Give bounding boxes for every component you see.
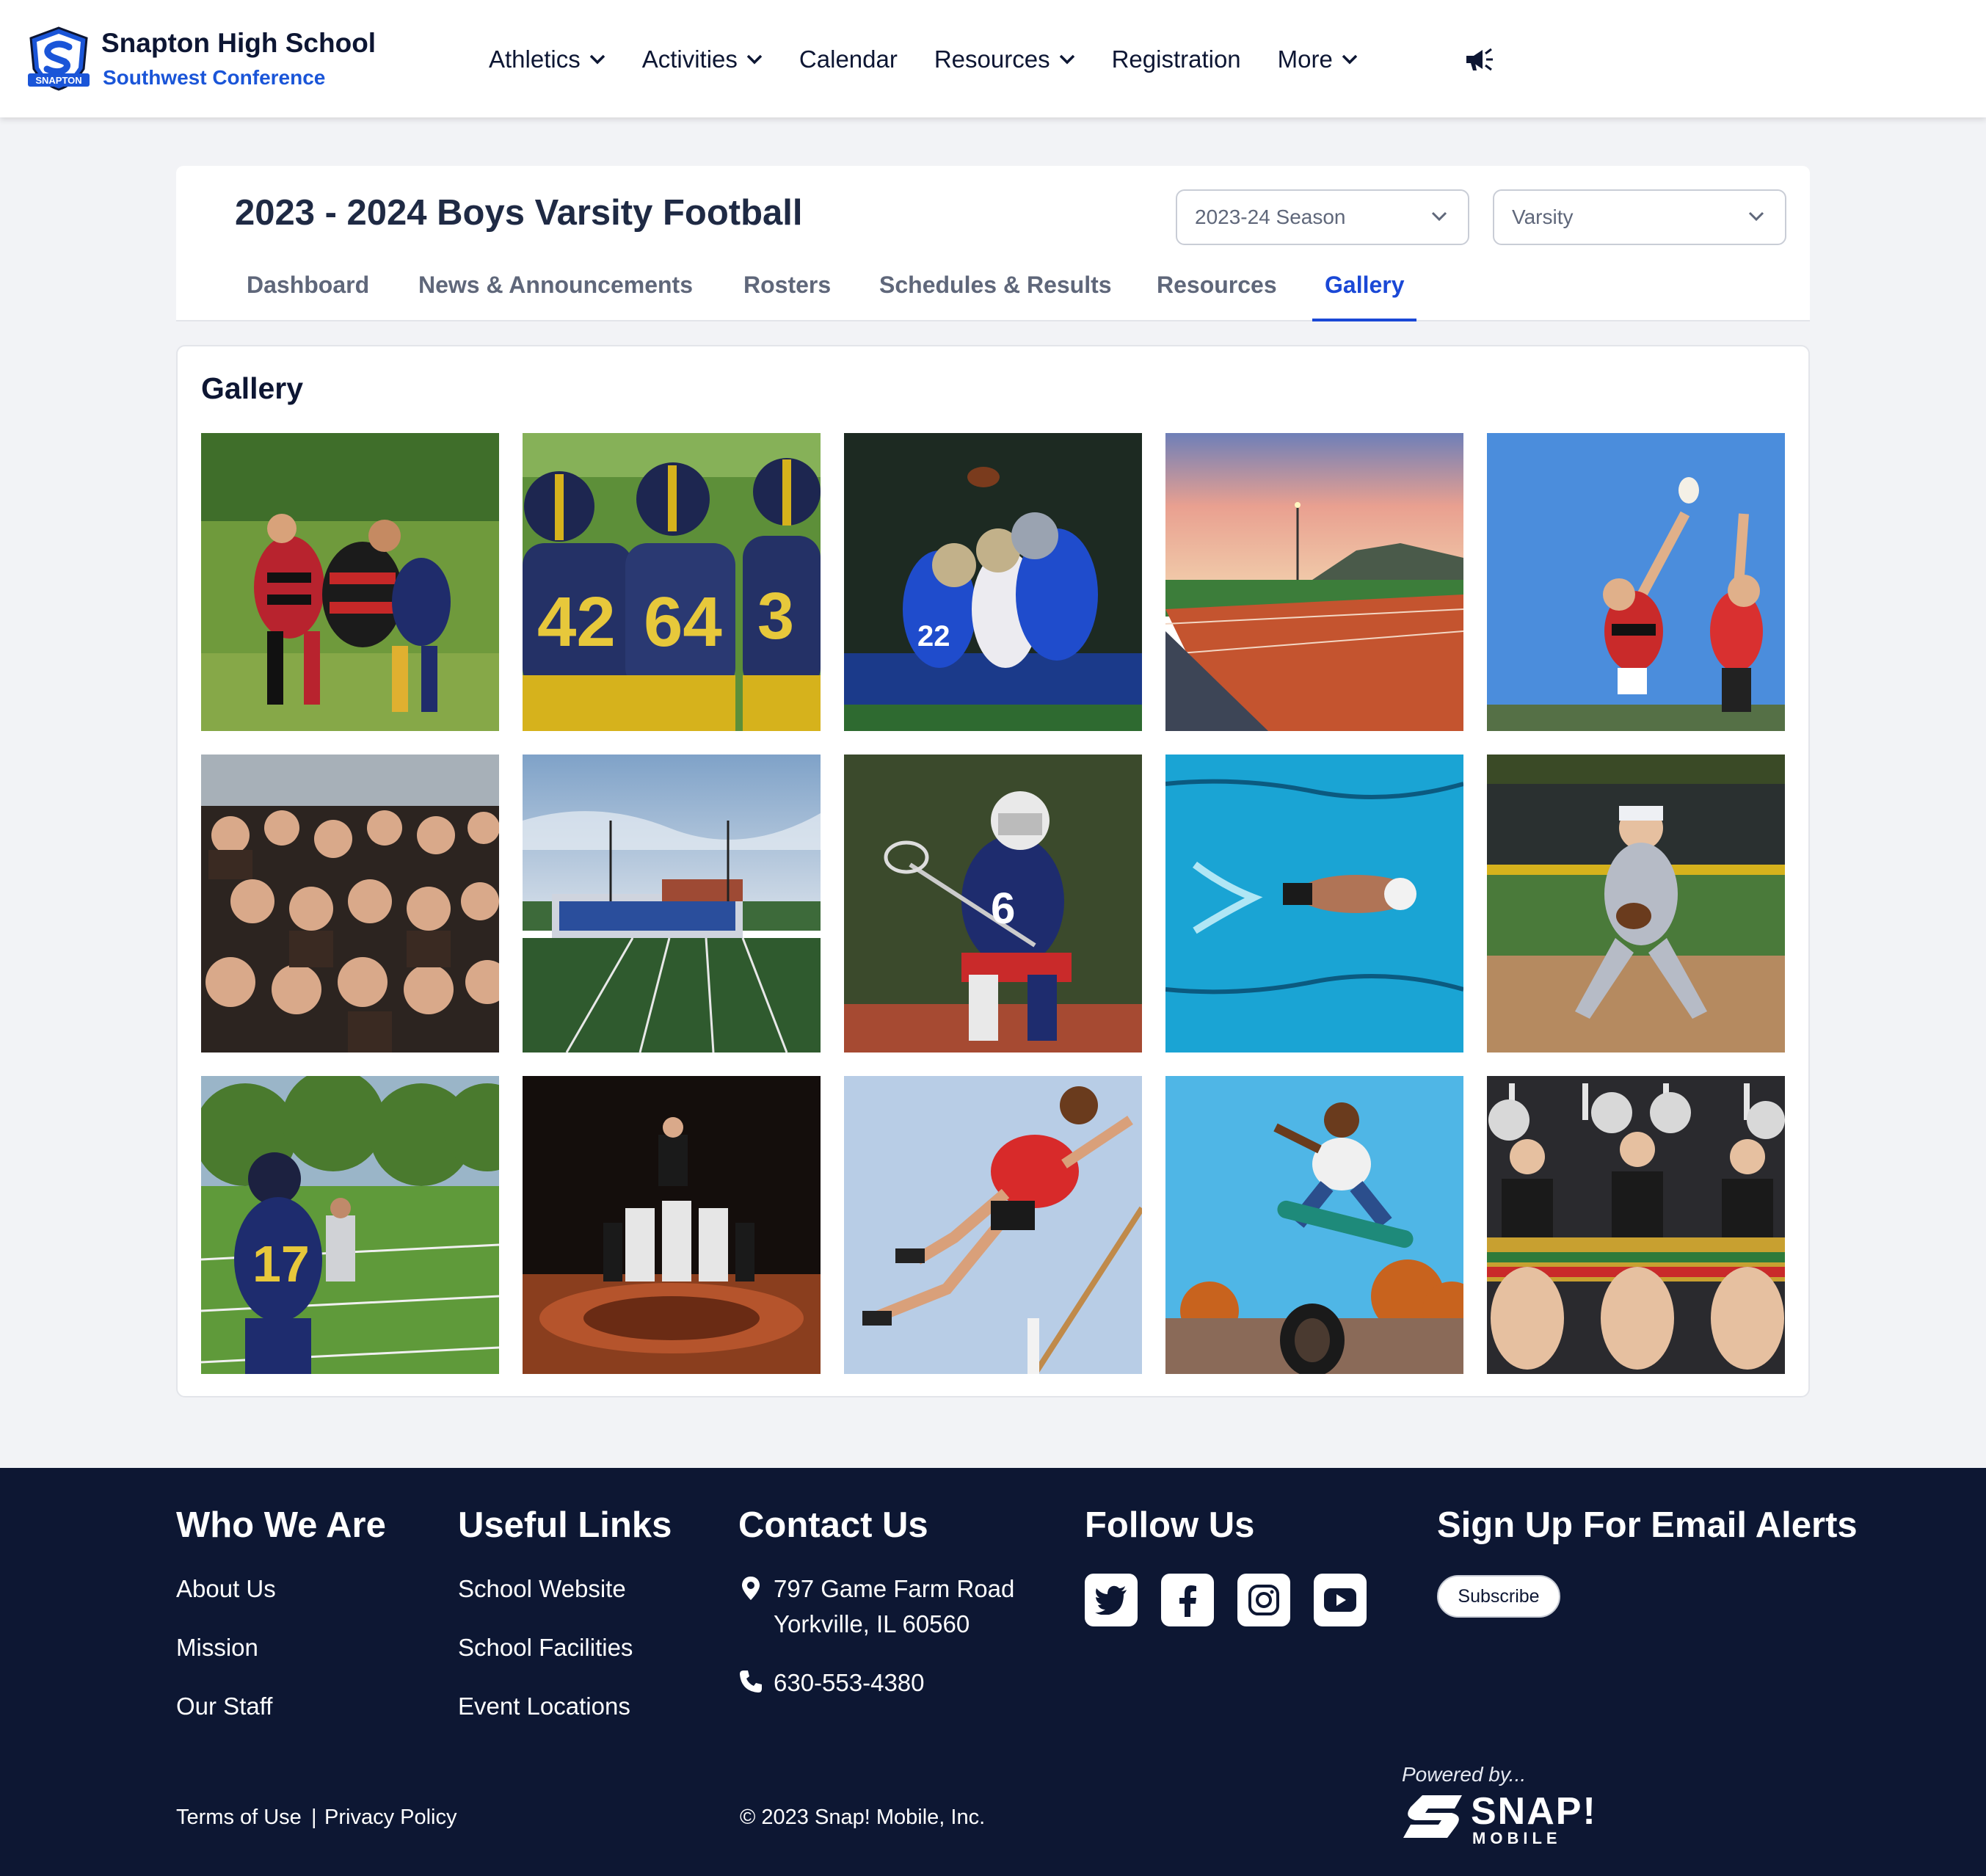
student-crowd-photo[interactable] xyxy=(201,755,499,1052)
address-line-1[interactable]: 797 Game Farm Road xyxy=(774,1575,1014,1603)
nav-label: Registration xyxy=(1111,46,1241,73)
high-jump-photo[interactable] xyxy=(844,1076,1142,1374)
nav-calendar[interactable]: Calendar xyxy=(799,46,898,73)
event-locations-link[interactable]: Event Locations xyxy=(458,1693,630,1720)
location-pin-icon xyxy=(740,1575,762,1605)
nav-label: Activities xyxy=(641,46,738,73)
tab-schedules-results[interactable]: Schedules & Results xyxy=(879,272,1112,299)
team-title: 2023 - 2024 Boys Varsity Football xyxy=(235,193,803,233)
legal-separator: | xyxy=(311,1806,317,1829)
powered-by-text: Powered by... xyxy=(1402,1763,1527,1786)
twitter-icon[interactable] xyxy=(1085,1574,1138,1626)
snap-brand-name[interactable]: SNAP! xyxy=(1471,1789,1597,1833)
email-alerts-heading: Sign Up For Email Alerts xyxy=(1437,1505,1858,1545)
lacrosse-player-photo[interactable]: 6 xyxy=(844,755,1142,1052)
phone-icon xyxy=(738,1669,763,1698)
chevron-down-icon xyxy=(1059,54,1074,65)
chevron-down-icon xyxy=(1342,54,1358,65)
snap-logo-icon[interactable] xyxy=(1400,1794,1463,1843)
conference-name[interactable]: Southwest Conference xyxy=(103,66,325,90)
nav-activities[interactable]: Activities xyxy=(642,46,763,73)
active-tab-indicator xyxy=(1312,319,1416,321)
youtube-icon[interactable] xyxy=(1314,1574,1367,1626)
rugby-tackle-photo[interactable] xyxy=(201,433,499,731)
tab-rosters[interactable]: Rosters xyxy=(743,272,831,299)
svg-text:SNAPTON: SNAPTON xyxy=(35,75,81,86)
school-logo[interactable]: SNAPTON xyxy=(22,25,95,92)
football-catch-photo[interactable]: 22 xyxy=(844,433,1142,731)
mission-link[interactable]: Mission xyxy=(176,1634,258,1662)
football-stadium-photo[interactable] xyxy=(523,755,821,1052)
nav-more[interactable]: More xyxy=(1278,46,1358,73)
about-us-link[interactable]: About Us xyxy=(176,1575,276,1603)
facebook-icon[interactable] xyxy=(1161,1574,1214,1626)
terms-of-use-link[interactable]: Terms of Use xyxy=(176,1806,302,1830)
tab-dashboard[interactable]: Dashboard xyxy=(247,272,369,299)
nav-label: More xyxy=(1277,46,1333,73)
chevron-down-icon xyxy=(746,54,763,65)
tab-gallery[interactable]: Gallery xyxy=(1325,272,1405,299)
team-tabs: Dashboard News & Announcements Rosters S… xyxy=(176,264,1810,321)
svg-text:22: 22 xyxy=(917,620,950,652)
subscribe-button[interactable]: Subscribe xyxy=(1437,1575,1560,1618)
chevron-down-icon xyxy=(1431,211,1447,222)
school-facilities-link[interactable]: School Facilities xyxy=(458,1634,633,1662)
nav-label: Athletics xyxy=(489,46,581,73)
copyright-text: © 2023 Snap! Mobile, Inc. xyxy=(740,1806,986,1829)
svg-text:3: 3 xyxy=(757,580,794,653)
swimmer-photo[interactable] xyxy=(1165,755,1463,1052)
level-select[interactable]: Varsity xyxy=(1493,189,1786,245)
follow-us-heading: Follow Us xyxy=(1085,1505,1255,1545)
skateboarder-photo[interactable] xyxy=(1165,1076,1463,1374)
level-select-value: Varsity xyxy=(1512,206,1574,228)
season-select-value: 2023-24 Season xyxy=(1195,206,1346,228)
gallery-title: Gallery xyxy=(201,371,304,405)
stadium-sunset-photo[interactable] xyxy=(1165,433,1463,731)
football-player-17-photo[interactable]: 17 xyxy=(201,1076,499,1374)
football-players-back-photo[interactable]: 42 64 3 xyxy=(523,433,821,731)
useful-links-heading: Useful Links xyxy=(458,1505,672,1545)
nav-resources[interactable]: Resources xyxy=(934,46,1075,73)
cheer-pyramid-photo[interactable] xyxy=(523,1076,821,1374)
site-footer: Who We Are About Us Mission Our Staff Us… xyxy=(0,1468,1986,1876)
svg-text:6: 6 xyxy=(991,884,1015,933)
baseball-infielder-photo[interactable] xyxy=(1487,755,1785,1052)
privacy-policy-link[interactable]: Privacy Policy xyxy=(324,1806,457,1830)
who-we-are-heading: Who We Are xyxy=(176,1505,386,1545)
our-staff-link[interactable]: Our Staff xyxy=(176,1693,272,1720)
instagram-icon[interactable] xyxy=(1237,1574,1290,1626)
address-line-2[interactable]: Yorkville, IL 60560 xyxy=(774,1610,970,1638)
megaphone-icon[interactable] xyxy=(1463,46,1494,77)
chevron-down-icon xyxy=(1748,211,1764,222)
svg-text:42: 42 xyxy=(537,583,616,661)
nav-label: Resources xyxy=(934,46,1050,73)
top-navigation-bar: SNAPTON Snapton High School Southwest Co… xyxy=(0,0,1986,117)
tab-resources[interactable]: Resources xyxy=(1157,272,1277,299)
svg-text:17: 17 xyxy=(252,1235,310,1293)
chevron-down-icon xyxy=(589,54,605,65)
nav-registration[interactable]: Registration xyxy=(1112,46,1241,73)
tab-news-announcements[interactable]: News & Announcements xyxy=(418,272,693,299)
season-select[interactable]: 2023-24 Season xyxy=(1176,189,1469,245)
cheerleaders-photo[interactable] xyxy=(1487,1076,1785,1374)
team-header-card: 2023 - 2024 Boys Varsity Football 2023-2… xyxy=(176,166,1810,321)
contact-us-heading: Contact Us xyxy=(738,1505,928,1545)
nav-athletics[interactable]: Athletics xyxy=(489,46,605,73)
rugby-lineout-photo[interactable] xyxy=(1487,433,1785,731)
gallery-card: Gallery 42 64 3 22 6 17 xyxy=(176,345,1810,1397)
svg-text:64: 64 xyxy=(644,583,722,661)
snap-brand-subtitle: MOBILE xyxy=(1472,1829,1562,1847)
school-website-link[interactable]: School Website xyxy=(458,1575,626,1603)
nav-label: Calendar xyxy=(799,46,898,73)
phone-number[interactable]: 630-553-4380 xyxy=(774,1669,925,1697)
main-nav: Athletics Activities Calendar Resources Regi… xyxy=(489,41,1394,78)
school-name[interactable]: Snapton High School xyxy=(101,28,376,59)
